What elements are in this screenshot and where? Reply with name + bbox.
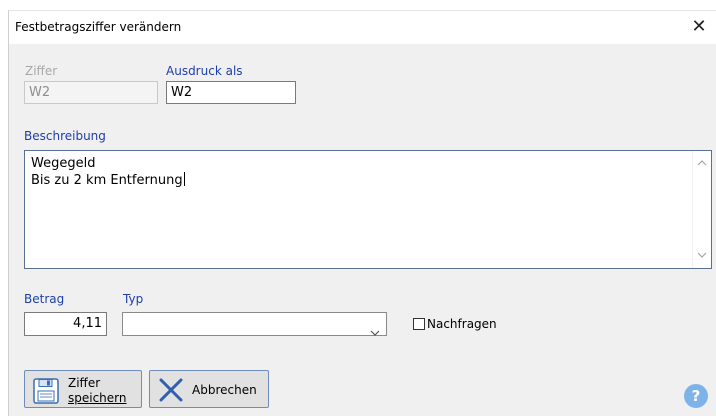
- typ-select[interactable]: [122, 312, 387, 336]
- nachfragen-checkbox[interactable]: [413, 318, 425, 330]
- beschreibung-textarea[interactable]: Wegegeld Bis zu 2 km Entfernung: [24, 150, 712, 269]
- ziffer-field: W2: [24, 81, 158, 104]
- text-caret: [183, 172, 185, 186]
- cancel-button-label: Abbrechen: [192, 383, 257, 397]
- nachfragen-label[interactable]: Nachfragen: [427, 317, 497, 331]
- title-bar: Festbetragsziffer verändern ✕: [9, 11, 716, 44]
- dialog-window: Festbetragsziffer verändern ✕ Ziffer W2 …: [8, 10, 716, 416]
- scroll-up-icon[interactable]: [693, 156, 710, 172]
- help-icon[interactable]: ?: [684, 384, 708, 408]
- beschreibung-line-1: Wegegeld: [31, 156, 96, 171]
- floppy-disk-icon: [33, 378, 59, 408]
- beschreibung-line-2: Bis zu 2 km Entfernung: [31, 172, 185, 188]
- betrag-input[interactable]: 4,11: [24, 312, 107, 336]
- ausdruck-label: Ausdruck als: [166, 64, 243, 78]
- typ-label: Typ: [123, 292, 144, 306]
- save-button-label-2: speichern: [68, 391, 127, 405]
- save-button[interactable]: Ziffer speichern: [24, 370, 142, 408]
- window-title: Festbetragsziffer verändern: [15, 20, 182, 34]
- save-button-label-1: Ziffer: [68, 376, 101, 390]
- ziffer-label: Ziffer: [25, 64, 58, 78]
- ausdruck-input[interactable]: W2: [166, 81, 296, 104]
- close-icon[interactable]: ✕: [684, 13, 714, 41]
- scroll-down-icon[interactable]: [693, 248, 710, 264]
- scrollbar[interactable]: [692, 151, 711, 268]
- chevron-down-icon: [370, 321, 380, 340]
- beschreibung-label: Beschreibung: [24, 129, 106, 143]
- cancel-x-icon: [157, 376, 185, 408]
- cancel-button[interactable]: Abbrechen: [149, 370, 269, 408]
- betrag-label: Betrag: [24, 292, 65, 306]
